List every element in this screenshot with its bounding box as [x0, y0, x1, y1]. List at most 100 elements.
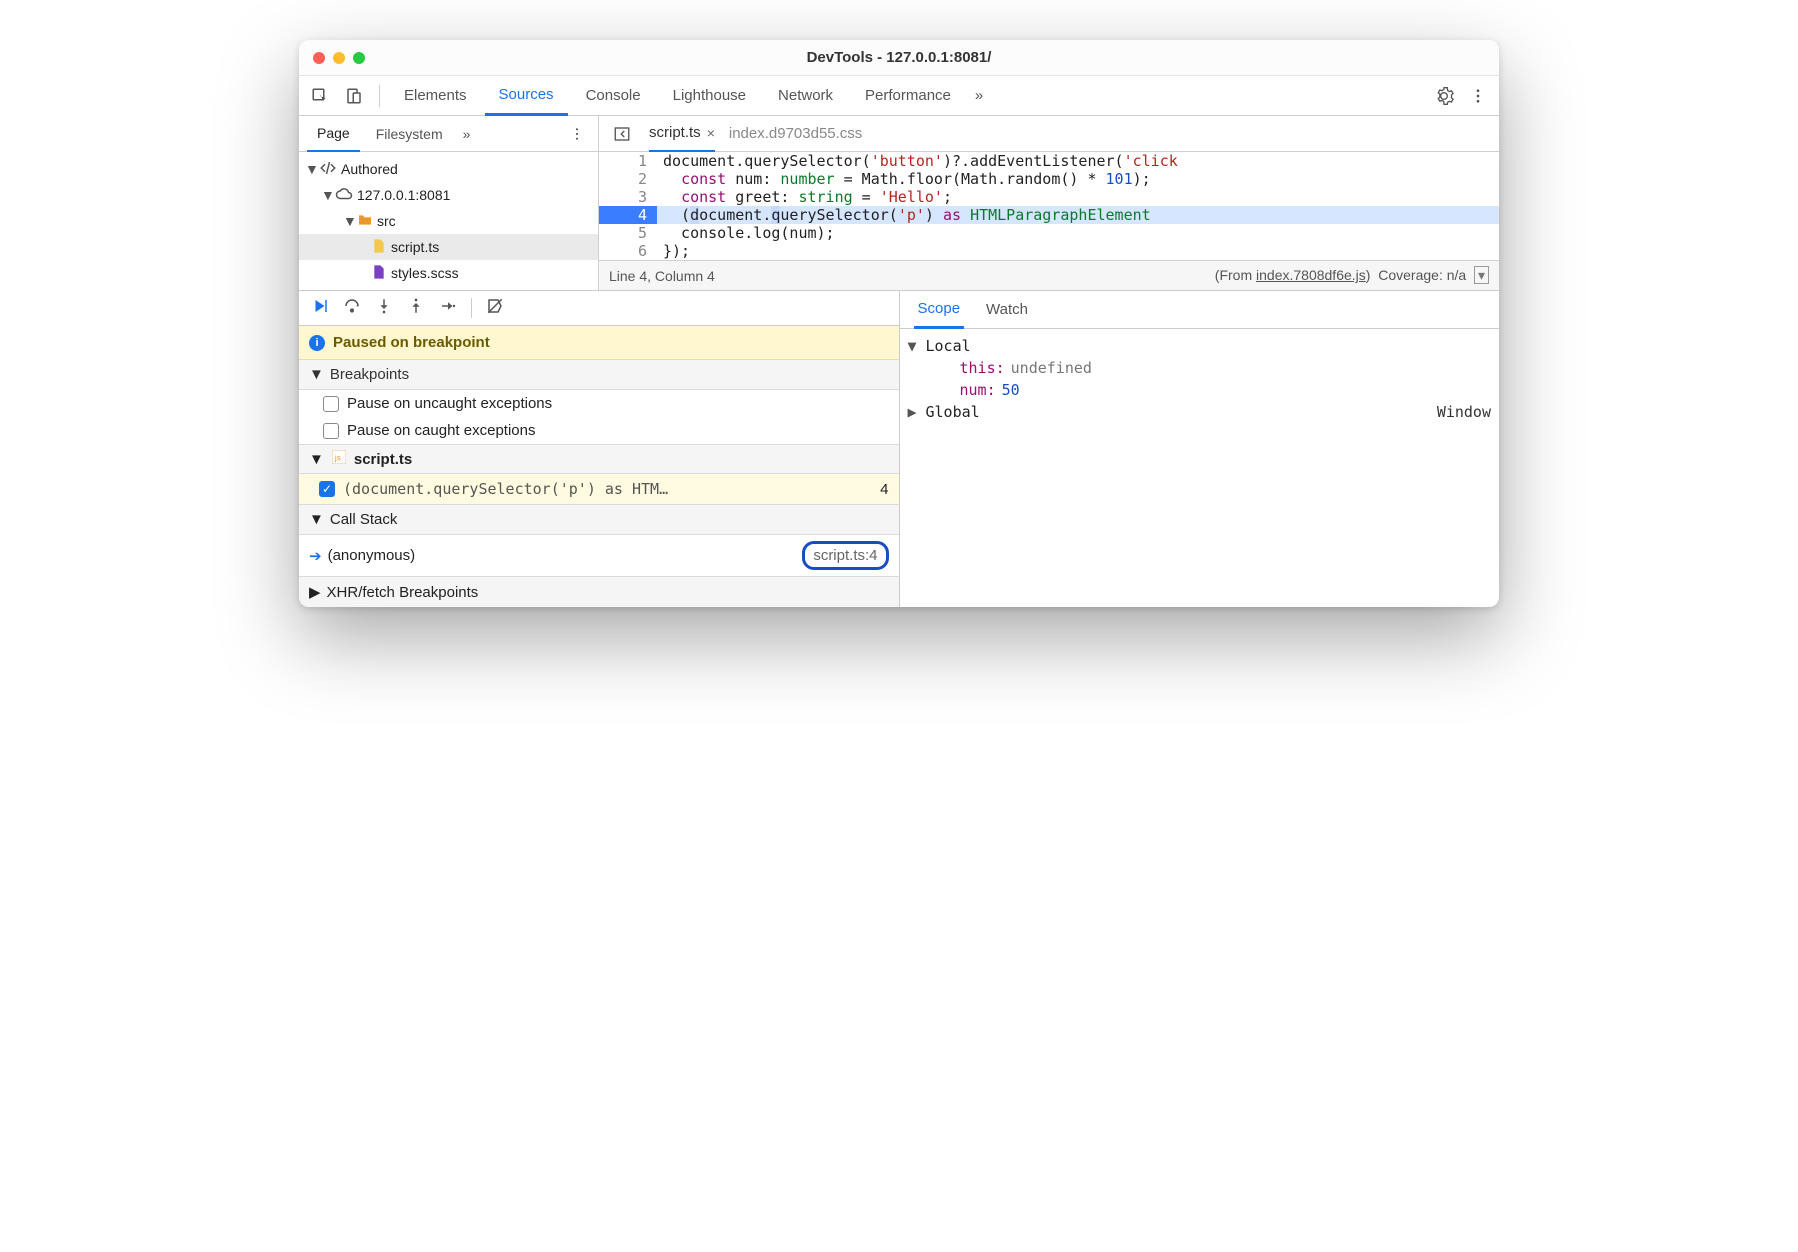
- tree-host[interactable]: ▼ 127.0.0.1:8081: [299, 182, 598, 208]
- tree-file-styles[interactable]: styles.scss: [299, 260, 598, 286]
- xhr-breakpoints-section[interactable]: ▶ XHR/fetch Breakpoints: [299, 576, 899, 607]
- code-line[interactable]: 6});: [599, 242, 1499, 260]
- code-text: document.querySelector('button')?.addEve…: [657, 152, 1499, 170]
- step-icon[interactable]: [439, 297, 457, 319]
- folder-icon: [357, 212, 373, 231]
- checkbox-icon[interactable]: [323, 423, 339, 439]
- tab-network[interactable]: Network: [764, 76, 847, 116]
- breakpoint-file-label: script.ts: [354, 451, 412, 468]
- tab-elements[interactable]: Elements: [390, 76, 481, 116]
- resume-icon[interactable]: [311, 297, 329, 319]
- code-editor[interactable]: 1document.querySelector('button')?.addEv…: [599, 152, 1499, 260]
- breakpoints-section[interactable]: ▼ Breakpoints: [299, 360, 899, 390]
- scope-local-row[interactable]: ▼ Local: [908, 335, 1492, 357]
- navigator-tabs-overflow[interactable]: »: [459, 116, 475, 152]
- editor-tab-script[interactable]: script.ts ×: [649, 116, 715, 152]
- debugger-panel: i Paused on breakpoint ▼ Breakpoints Pau…: [299, 290, 1499, 607]
- tab-lighthouse[interactable]: Lighthouse: [659, 76, 760, 116]
- current-frame-arrow-icon: ➔: [309, 547, 322, 565]
- js-file-icon: js: [332, 450, 346, 468]
- tree-file-label: script.ts: [391, 239, 439, 255]
- navigator-more-icon[interactable]: [564, 121, 590, 147]
- cloud-icon: [335, 185, 353, 206]
- callstack-location[interactable]: script.ts:4: [802, 541, 888, 570]
- main-tab-bar: Elements Sources Console Lighthouse Netw…: [299, 76, 1499, 116]
- step-over-icon[interactable]: [343, 297, 361, 319]
- editor-tab-bar: script.ts × index.d9703d55.css: [599, 116, 1499, 152]
- navigator-tabs: Page Filesystem »: [299, 116, 598, 152]
- tree-host-label: 127.0.0.1:8081: [357, 187, 450, 203]
- tab-watch[interactable]: Watch: [982, 291, 1032, 329]
- navigator-tab-page[interactable]: Page: [307, 116, 360, 152]
- source-origin: (From index.7808df6e.js) Coverage: n/a ▾: [1215, 267, 1489, 284]
- inspect-element-icon[interactable]: [305, 81, 335, 111]
- editor-pane: script.ts × index.d9703d55.css 1document…: [599, 116, 1499, 290]
- line-number[interactable]: 5: [599, 224, 657, 242]
- step-into-icon[interactable]: [375, 297, 393, 319]
- code-line[interactable]: 1document.querySelector('button')?.addEv…: [599, 152, 1499, 170]
- settings-icon[interactable]: [1429, 81, 1459, 111]
- editor-status-bar: Line 4, Column 4 (From index.7808df6e.js…: [599, 260, 1499, 290]
- deactivate-breakpoints-icon[interactable]: [486, 297, 504, 319]
- callstack-frame[interactable]: ➔ (anonymous) script.ts:4: [299, 535, 899, 576]
- pause-caught-row[interactable]: Pause on caught exceptions: [299, 417, 899, 444]
- checkbox-checked-icon[interactable]: ✓: [319, 481, 335, 497]
- disclosure-triangle-icon: ▶: [309, 583, 321, 601]
- code-text: const num: number = Math.floor(Math.rand…: [657, 170, 1499, 188]
- scope-key: this:: [960, 359, 1005, 377]
- breakpoint-text: (document.querySelector('p') as HTM…: [343, 480, 872, 498]
- info-icon: i: [309, 335, 325, 351]
- editor-tab-css[interactable]: index.d9703d55.css: [729, 116, 862, 152]
- callstack-frame-name: (anonymous): [328, 547, 416, 564]
- code-line[interactable]: 3 const greet: string = 'Hello';: [599, 188, 1499, 206]
- scope-num-row[interactable]: num: 50: [908, 379, 1492, 401]
- breakpoint-file-row[interactable]: ▼ js script.ts: [299, 444, 899, 474]
- tab-scope[interactable]: Scope: [914, 291, 965, 329]
- toggle-navigator-icon[interactable]: [609, 121, 635, 147]
- xhr-breakpoints-title: XHR/fetch Breakpoints: [327, 584, 479, 601]
- scope-global-value: Window: [986, 403, 1491, 421]
- source-origin-link[interactable]: index.7808df6e.js: [1256, 267, 1366, 283]
- checkbox-icon[interactable]: [323, 396, 339, 412]
- pause-uncaught-row[interactable]: Pause on uncaught exceptions: [299, 390, 899, 417]
- line-number[interactable]: 6: [599, 242, 657, 260]
- step-out-icon[interactable]: [407, 297, 425, 319]
- tab-console[interactable]: Console: [572, 76, 655, 116]
- device-toolbar-icon[interactable]: [339, 81, 369, 111]
- scope-tabs: Scope Watch: [900, 291, 1500, 329]
- titlebar: DevTools - 127.0.0.1:8081/: [299, 40, 1499, 76]
- scss-file-icon: [371, 264, 387, 283]
- line-number[interactable]: 4: [599, 206, 657, 224]
- tab-performance[interactable]: Performance: [851, 76, 965, 116]
- cursor-position: Line 4, Column 4: [609, 268, 715, 284]
- line-number[interactable]: 3: [599, 188, 657, 206]
- tabs-overflow[interactable]: »: [969, 76, 989, 116]
- js-file-icon: [371, 238, 387, 257]
- tab-sources[interactable]: Sources: [485, 76, 568, 116]
- tree-folder-src[interactable]: ▼ src: [299, 208, 598, 234]
- tree-file-script[interactable]: script.ts: [299, 234, 598, 260]
- coverage-label: Coverage: n/a: [1378, 267, 1466, 283]
- code-line[interactable]: 4 (document.querySelector('p') as HTMLPa…: [599, 206, 1499, 224]
- pause-uncaught-label: Pause on uncaught exceptions: [347, 395, 552, 412]
- tree-authored[interactable]: ▼ Authored: [299, 156, 598, 182]
- scope-global-label: Global: [926, 403, 980, 421]
- scope-body: ▼ Local this: undefined num: 50 ▶ Global…: [900, 329, 1500, 429]
- scope-this-row[interactable]: this: undefined: [908, 357, 1492, 379]
- pause-banner-text: Paused on breakpoint: [333, 334, 490, 351]
- line-number[interactable]: 2: [599, 170, 657, 188]
- scope-global-row[interactable]: ▶ Global Window: [908, 401, 1492, 423]
- code-line[interactable]: 5 console.log(num);: [599, 224, 1499, 242]
- line-number[interactable]: 1: [599, 152, 657, 170]
- coverage-toggle-icon[interactable]: ▾: [1474, 266, 1489, 284]
- more-menu-icon[interactable]: [1463, 81, 1493, 111]
- navigator-tab-filesystem[interactable]: Filesystem: [366, 116, 453, 152]
- breakpoint-item[interactable]: ✓ (document.querySelector('p') as HTM… 4: [299, 474, 899, 504]
- debugger-left: i Paused on breakpoint ▼ Breakpoints Pau…: [299, 291, 900, 607]
- code-line[interactable]: 2 const num: number = Math.floor(Math.ra…: [599, 170, 1499, 188]
- disclosure-triangle-icon: ▼: [309, 366, 324, 383]
- pause-caught-label: Pause on caught exceptions: [347, 422, 535, 439]
- separator: [379, 85, 380, 107]
- callstack-section[interactable]: ▼ Call Stack: [299, 504, 899, 535]
- close-tab-icon[interactable]: ×: [707, 125, 715, 141]
